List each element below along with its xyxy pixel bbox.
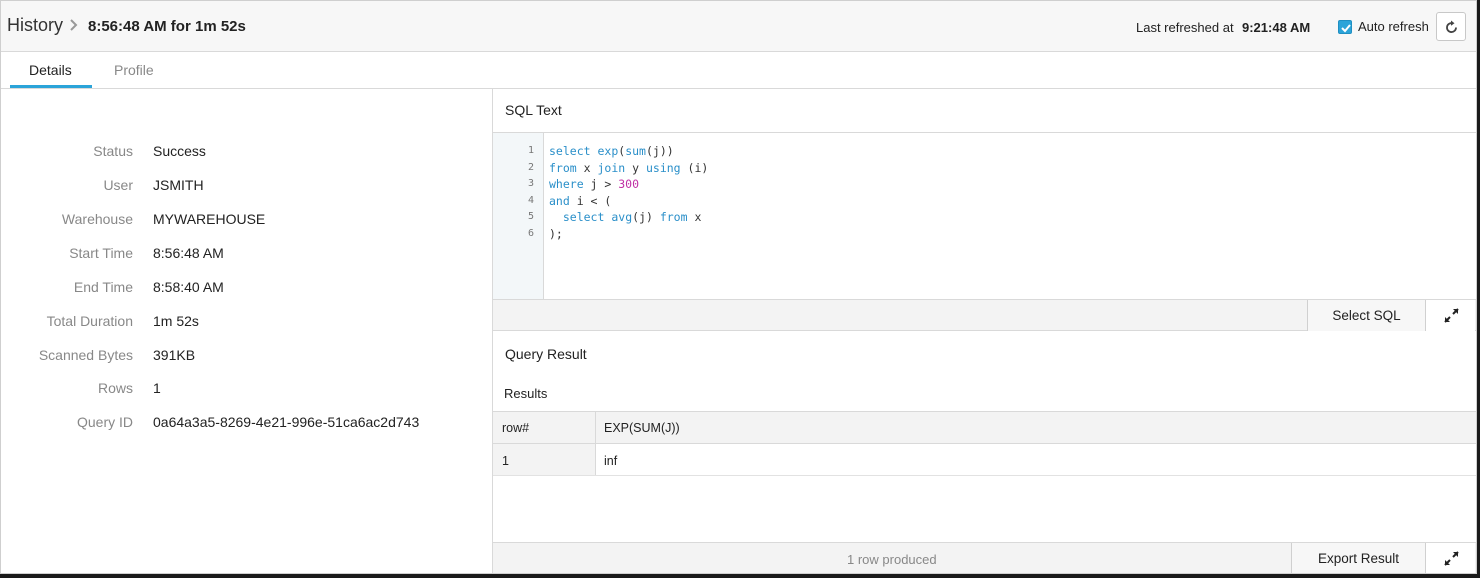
refresh-button[interactable]	[1436, 12, 1466, 41]
detail-row-status: Status Success	[1, 143, 493, 163]
detail-label: Query ID	[76, 414, 133, 430]
code-line: and i < (	[549, 193, 612, 208]
detail-value: 391KB	[153, 347, 196, 363]
table-row: 1 inf	[493, 444, 1476, 476]
detail-value: MYWAREHOUSE	[153, 211, 266, 227]
details-panel: Status Success User JSMITH Warehouse MYW…	[1, 89, 493, 573]
code-line: );	[549, 226, 563, 241]
detail-label: End Time	[73, 279, 133, 295]
detail-row-start-time: Start Time 8:56:48 AM	[1, 245, 493, 265]
column-header-exp-sum-j[interactable]: EXP(SUM(J))	[604, 421, 680, 435]
result-cell[interactable]: inf	[604, 454, 617, 468]
detail-value: JSMITH	[153, 177, 204, 193]
sql-toolbar: Select SQL	[493, 299, 1476, 331]
detail-value: 8:58:40 AM	[153, 279, 224, 295]
line-number: 2	[527, 161, 534, 173]
line-number: 4	[527, 194, 534, 206]
detail-label: User	[103, 177, 133, 193]
detail-row-user: User JSMITH	[1, 177, 493, 197]
detail-value[interactable]: 0a64a3a5-8269-4e21-996e-51ca6ac2d743	[153, 414, 419, 430]
divider	[493, 132, 1476, 133]
detail-row-total-duration: Total Duration 1m 52s	[1, 313, 493, 333]
query-detail-window: History 8:56:48 AM for 1m 52s Last refre…	[0, 0, 1477, 574]
detail-value: 1	[153, 380, 161, 396]
header-bar: History 8:56:48 AM for 1m 52s Last refre…	[1, 1, 1476, 52]
detail-row-rows: Rows 1	[1, 380, 493, 400]
row-number: 1	[502, 454, 509, 468]
detail-label: Warehouse	[61, 211, 133, 227]
line-number: 1	[527, 145, 534, 156]
select-sql-button[interactable]: Select SQL	[1307, 300, 1425, 331]
last-refreshed-time: 9:21:48 AM	[1242, 20, 1311, 35]
line-number-gutter: 1 2 3 4 5 6	[493, 133, 544, 299]
tab-details[interactable]: Details	[29, 62, 72, 78]
sql-text-title: SQL Text	[505, 102, 562, 118]
detail-label: Rows	[97, 380, 133, 396]
detail-row-warehouse: Warehouse MYWAREHOUSE	[1, 211, 493, 231]
expand-icon	[1444, 551, 1459, 566]
active-tab-indicator	[10, 85, 92, 88]
expand-icon	[1444, 308, 1459, 323]
right-panel: SQL Text 1 2 3 4 5 6 select exp(sum(j)) …	[493, 89, 1476, 573]
detail-label: Status	[93, 143, 133, 159]
expand-sql-button[interactable]	[1425, 300, 1475, 331]
detail-label: Start Time	[69, 245, 133, 261]
line-number: 3	[527, 178, 534, 189]
breadcrumb-history-link[interactable]: History	[7, 15, 63, 36]
line-number: 5	[527, 211, 534, 222]
detail-label: Total Duration	[46, 313, 133, 329]
detail-value: 1m 52s	[153, 313, 199, 329]
rows-produced-status: 1 row produced	[847, 552, 937, 567]
results-table-header: row# EXP(SUM(J))	[493, 411, 1476, 444]
column-header-rownum[interactable]: row#	[502, 421, 529, 435]
code-line: select avg(j) from x	[562, 210, 702, 224]
detail-label: Scanned Bytes	[38, 347, 133, 363]
tab-bar: Details Profile	[1, 52, 1476, 89]
header-cell: row#	[493, 412, 596, 443]
detail-row-query-id: Query ID 0a64a3a5-8269-4e21-996e-51ca6ac…	[1, 414, 493, 434]
page-title: 8:56:48 AM for 1m 52s	[88, 18, 246, 35]
line-number: 6	[527, 227, 534, 239]
tab-profile[interactable]: Profile	[114, 62, 154, 78]
expand-result-button[interactable]	[1425, 543, 1475, 573]
row-number-cell: 1	[493, 444, 596, 475]
results-subtitle: Results	[504, 386, 548, 401]
detail-value: 8:56:48 AM	[153, 245, 224, 261]
export-result-button[interactable]: Export Result	[1291, 543, 1425, 573]
auto-refresh-checkbox[interactable]	[1338, 20, 1352, 34]
auto-refresh-label[interactable]: Auto refresh	[1358, 19, 1429, 34]
code-line: select exp(sum(j))	[549, 144, 674, 158]
refresh-icon	[1446, 20, 1457, 33]
detail-row-end-time: End Time 8:58:40 AM	[1, 279, 493, 299]
code-line: from x join y using (i)	[549, 160, 709, 175]
detail-value: Success	[153, 143, 206, 159]
query-result-title: Query Result	[505, 346, 587, 362]
code-line: where j > 300	[549, 177, 640, 191]
chevron-right-icon	[69, 17, 79, 33]
detail-row-scanned-bytes: Scanned Bytes 391KB	[1, 347, 493, 367]
results-footer: 1 row produced Export Result	[493, 542, 1476, 573]
last-refreshed-label: Last refreshed at	[1136, 20, 1234, 35]
